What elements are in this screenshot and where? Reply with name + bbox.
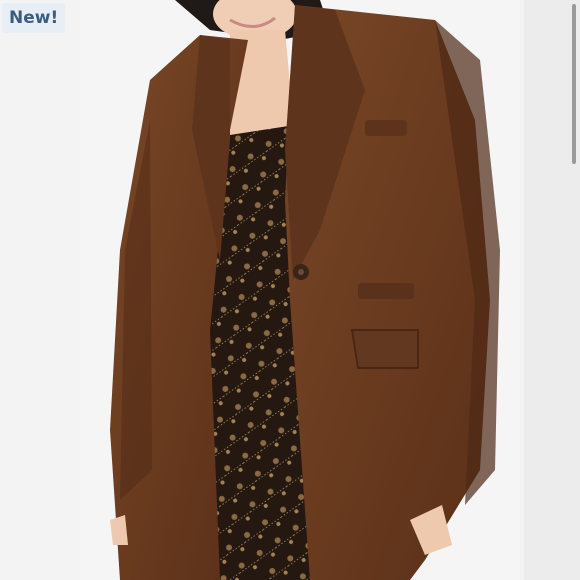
product-photo[interactable] — [80, 0, 520, 580]
new-badge: New! — [2, 3, 66, 33]
scrollbar[interactable] — [572, 4, 576, 164]
